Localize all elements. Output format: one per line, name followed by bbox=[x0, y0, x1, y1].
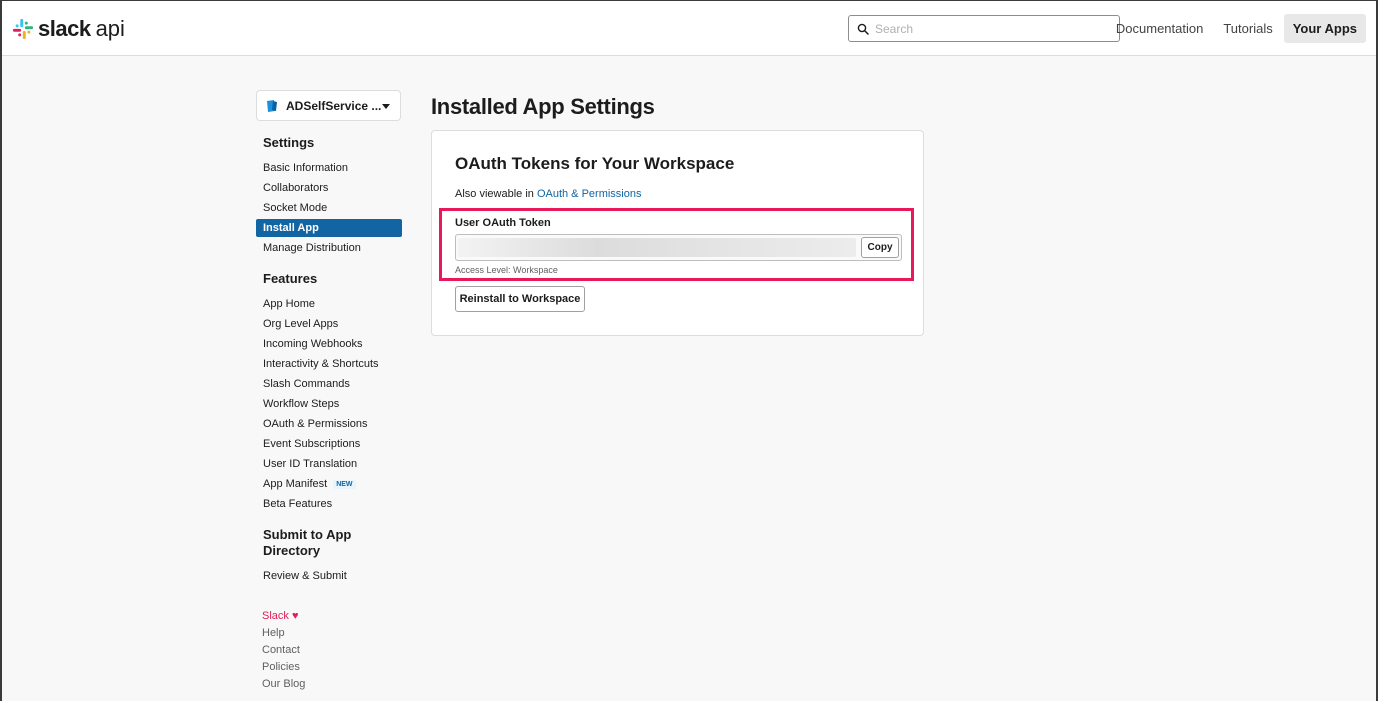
submit-list: Review & Submit bbox=[256, 567, 402, 585]
sidebar-item-basic-information[interactable]: Basic Information bbox=[256, 159, 402, 177]
app-name: ADSelfService ... bbox=[286, 98, 382, 113]
token-field[interactable]: Copy bbox=[455, 234, 902, 261]
section-features: Features bbox=[263, 271, 318, 286]
window-frame bbox=[0, 0, 1378, 701]
sidebar-item-label: App Manifest bbox=[263, 478, 328, 490]
section-settings: Settings bbox=[263, 135, 315, 150]
sidebar-item-app-manifest[interactable]: App Manifest NEW bbox=[256, 475, 402, 493]
slack-logo-icon bbox=[12, 18, 34, 40]
also-viewable-text: Also viewable in OAuth & Permissions bbox=[455, 188, 641, 200]
sidebar-item-app-home[interactable]: App Home bbox=[256, 295, 402, 313]
app-icon bbox=[267, 99, 277, 112]
sidebar-item-collaborators[interactable]: Collaborators bbox=[256, 179, 402, 197]
sidebar-item-review-submit[interactable]: Review & Submit bbox=[256, 567, 402, 585]
footer-policies[interactable]: Policies bbox=[262, 659, 305, 676]
sidebar-item-workflow-steps[interactable]: Workflow Steps bbox=[256, 395, 402, 413]
brand-suffix: api bbox=[95, 16, 125, 41]
oauth-permissions-link[interactable]: OAuth & Permissions bbox=[537, 188, 642, 200]
footer-contact[interactable]: Contact bbox=[262, 642, 305, 659]
token-value-redacted bbox=[458, 238, 856, 257]
footer-help[interactable]: Help bbox=[262, 625, 305, 642]
footer-slack-link[interactable]: Slack ♥ bbox=[262, 608, 305, 625]
heart-icon: ♥ bbox=[291, 610, 299, 622]
chevron-down-icon bbox=[382, 104, 390, 109]
nav-your-apps[interactable]: Your Apps bbox=[1283, 14, 1366, 43]
sidebar-item-org-level-apps[interactable]: Org Level Apps bbox=[256, 315, 402, 333]
new-badge: NEW bbox=[333, 480, 356, 489]
settings-list: Basic Information Collaborators Socket M… bbox=[256, 159, 402, 257]
also-prefix: Also viewable in bbox=[455, 188, 534, 200]
sidebar-item-manage-distribution[interactable]: Manage Distribution bbox=[256, 239, 402, 257]
access-level: Access Level: Workspace bbox=[455, 265, 558, 275]
features-list: App Home Org Level Apps Incoming Webhook… bbox=[256, 295, 402, 513]
top-bar: slack api Documentation Tutorials Your A… bbox=[2, 1, 1376, 56]
token-highlight-box: User OAuth Token Copy Access Level: Work… bbox=[439, 208, 914, 281]
sidebar-item-event-subscriptions[interactable]: Event Subscriptions bbox=[256, 435, 402, 453]
sidebar-item-user-id-translation[interactable]: User ID Translation bbox=[256, 455, 402, 473]
sidebar-item-beta-features[interactable]: Beta Features bbox=[256, 495, 402, 513]
sidebar-item-install-app[interactable]: Install App bbox=[256, 219, 402, 237]
page-title: Installed App Settings bbox=[431, 94, 655, 119]
footer-slack-label: Slack bbox=[262, 610, 289, 622]
search-icon bbox=[857, 23, 869, 35]
token-label: User OAuth Token bbox=[455, 217, 551, 229]
section-submit: Submit to App Directory bbox=[263, 527, 352, 558]
card-heading: OAuth Tokens for Your Workspace bbox=[455, 154, 735, 173]
reinstall-button[interactable]: Reinstall to Workspace bbox=[455, 286, 585, 312]
nav-tutorials[interactable]: Tutorials bbox=[1214, 14, 1281, 43]
sidebar-item-incoming-webhooks[interactable]: Incoming Webhooks bbox=[256, 335, 402, 353]
app-selector[interactable]: ADSelfService ... bbox=[256, 90, 401, 121]
sidebar-item-socket-mode[interactable]: Socket Mode bbox=[256, 199, 402, 217]
brand-wordmark: slack bbox=[38, 16, 91, 41]
oauth-tokens-card: OAuth Tokens for Your Workspace Also vie… bbox=[431, 130, 924, 336]
sidebar-item-interactivity-shortcuts[interactable]: Interactivity & Shortcuts bbox=[256, 355, 402, 373]
copy-button[interactable]: Copy bbox=[861, 237, 899, 258]
search-box[interactable] bbox=[848, 15, 1120, 42]
sidebar-item-slash-commands[interactable]: Slash Commands bbox=[256, 375, 402, 393]
sidebar-item-oauth-permissions[interactable]: OAuth & Permissions bbox=[256, 415, 402, 433]
footer-our-blog[interactable]: Our Blog bbox=[262, 676, 305, 693]
slack-api-logo[interactable]: slack api bbox=[12, 16, 125, 41]
search-input[interactable] bbox=[875, 21, 1115, 36]
main-content: Installed App Settings OAuth Tokens for … bbox=[431, 92, 924, 336]
sidebar: ADSelfService ... Settings Basic Informa… bbox=[256, 90, 402, 587]
top-nav: Documentation Tutorials Your Apps bbox=[1105, 14, 1366, 43]
footer-links: Slack ♥ Help Contact Policies Our Blog bbox=[262, 608, 305, 693]
nav-documentation[interactable]: Documentation bbox=[1107, 14, 1212, 43]
